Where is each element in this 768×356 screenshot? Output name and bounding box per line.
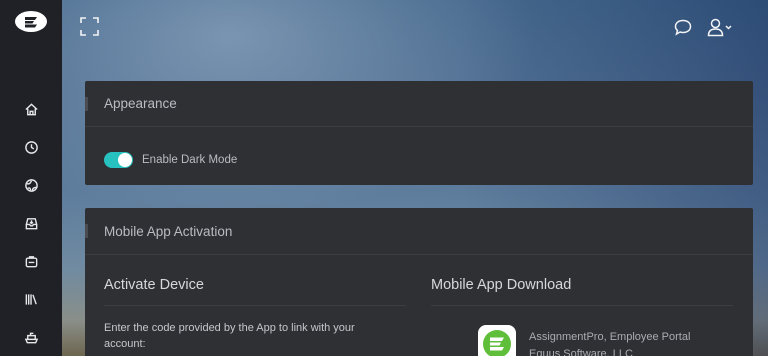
app-listing[interactable]: AssignmentPro, Employee Portal Equus Sof…: [529, 329, 690, 356]
equus-logo-icon[interactable]: [15, 11, 47, 32]
appearance-card: Appearance Enable Dark Mode: [85, 81, 753, 185]
dark-mode-toggle[interactable]: [104, 152, 133, 168]
user-menu-icon[interactable]: [707, 18, 733, 42]
inbox-download-icon: [24, 217, 38, 229]
sidebar-item-relocation[interactable]: [11, 318, 51, 356]
mobile-activation-card: Mobile App Activation Activate Device Mo…: [85, 208, 753, 356]
dark-mode-label: Enable Dark Mode: [142, 154, 238, 166]
sidebar-item-jobs[interactable]: [11, 242, 51, 280]
sidebar-item-time[interactable]: [11, 128, 51, 166]
fullscreen-expand-icon[interactable]: [80, 17, 99, 41]
activate-description: Enter the code provided by the App to li…: [104, 322, 355, 350]
clock-icon: [24, 140, 38, 154]
appearance-header: Appearance: [85, 81, 753, 127]
sidebar-item-library[interactable]: [11, 280, 51, 318]
toggle-knob: [118, 153, 132, 167]
divider: [431, 305, 733, 306]
app-vendor: Equus Software, LLC: [529, 348, 633, 356]
sidebar-item-home[interactable]: [11, 90, 51, 128]
activate-device-title: Activate Device: [104, 277, 204, 293]
home-icon: [24, 102, 38, 115]
mobile-activation-title: Mobile App Activation: [104, 223, 233, 239]
sidebar-item-global[interactable]: [11, 166, 51, 204]
assignmentpro-app-icon[interactable]: [478, 325, 516, 356]
sidebar: [0, 0, 62, 356]
globe-icon: [24, 178, 38, 192]
mobile-activation-header: Mobile App Activation: [85, 208, 753, 255]
chat-bubble-icon[interactable]: [674, 19, 692, 41]
library-books-icon: [25, 293, 37, 305]
ship-icon: [24, 332, 38, 343]
sidebar-item-inbox[interactable]: [11, 204, 51, 242]
sidebar-nav: [11, 90, 51, 356]
mobile-app-download-title: Mobile App Download: [431, 277, 572, 293]
briefcase-icon: [25, 255, 37, 267]
app-name: AssignmentPro, Employee Portal: [529, 331, 691, 343]
appearance-title: Appearance: [104, 96, 177, 111]
divider: [104, 305, 406, 306]
dark-mode-row: Enable Dark Mode: [85, 127, 753, 168]
